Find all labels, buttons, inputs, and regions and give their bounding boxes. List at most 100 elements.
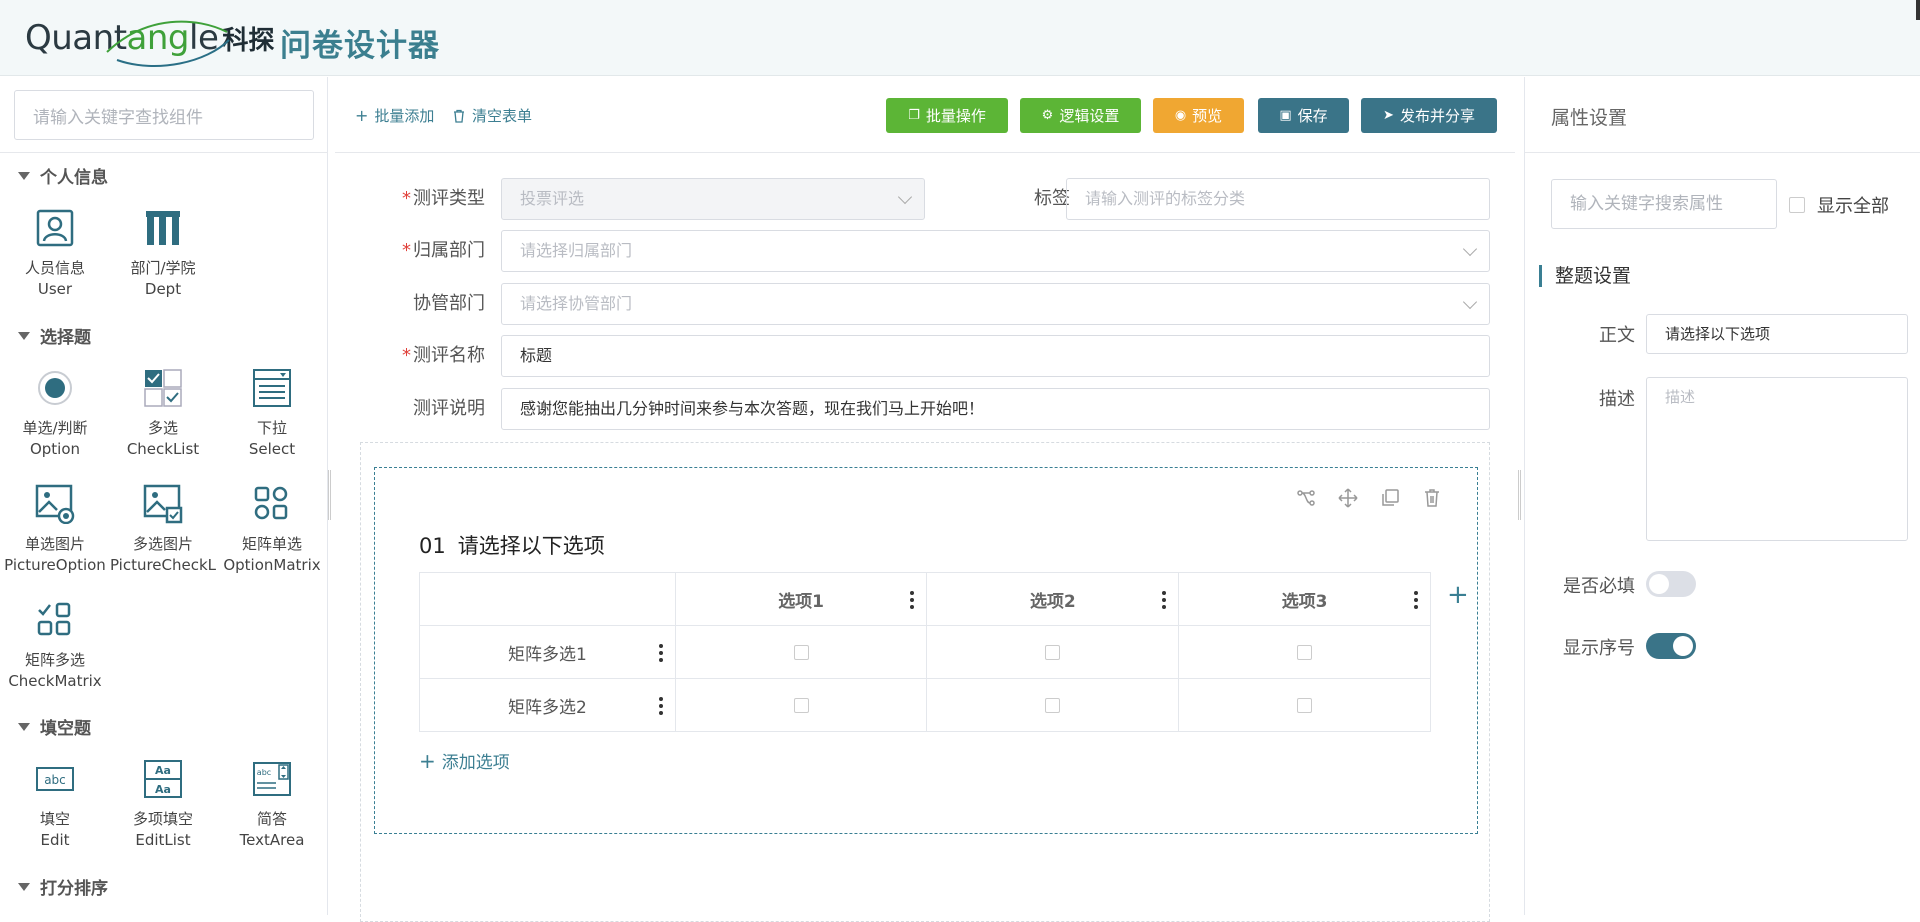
group-score-rank[interactable]: 打分排序 [18, 874, 108, 899]
checklist-icon [144, 369, 182, 407]
name-label: * 测评名称 [402, 345, 485, 366]
type-select[interactable]: 投票评选 [501, 178, 925, 220]
name-input[interactable]: 标题 [501, 335, 1490, 377]
add-column-button[interactable]: + [1447, 580, 1469, 610]
select-list-icon [253, 369, 291, 407]
matrix-checkbox[interactable] [1297, 644, 1313, 660]
required-toggle[interactable] [1646, 571, 1696, 597]
desc-label: 测评说明 [413, 398, 485, 419]
component-checklist[interactable]: 多选 CheckList [109, 368, 217, 460]
right-splitter-handle[interactable] [1518, 470, 1521, 520]
matrix-row-label[interactable]: 矩阵多选2 [419, 678, 676, 732]
more-vertical-icon[interactable] [1162, 591, 1167, 609]
preview-button[interactable]: ◉ 预览 [1153, 98, 1244, 133]
toggle-knob [1673, 636, 1693, 656]
component-select[interactable]: 下拉 Select [218, 368, 326, 460]
textarea-icon: abc [253, 762, 291, 796]
required-label: 是否必填 [1563, 576, 1635, 597]
designer-canvas: + 批量添加 清空表单 ❐ 批量操作 ⚙ 逻辑设置 ◉ 预览 ▣ 保存 ➤ 发布并分享 * 测… [335, 77, 1515, 922]
component-option[interactable]: 单选/判断 Option [1, 368, 109, 460]
component-dept[interactable]: 部门/学院 Dept [109, 208, 217, 300]
abc-input-icon: abc [36, 767, 74, 791]
matrix-checkbox[interactable] [1045, 644, 1061, 660]
eye-icon: ◉ [1174, 108, 1187, 123]
logic-settings-button[interactable]: ⚙ 逻辑设置 [1020, 98, 1141, 133]
component-check-matrix[interactable]: 矩阵多选 CheckMatrix [1, 600, 109, 692]
desc-input[interactable]: 感谢您能抽出几分钟时间来参与本次答题，现在我们马上开始吧！ [501, 388, 1490, 430]
collapse-icon [18, 882, 30, 891]
option-matrix-icon [254, 486, 288, 520]
chevron-down-icon [897, 189, 913, 205]
save-button[interactable]: ▣ 保存 [1258, 98, 1349, 133]
matrix-column-header[interactable]: 选项2 [926, 572, 1180, 626]
batch-operation-button[interactable]: ❐ 批量操作 [886, 98, 1008, 133]
matrix-header-row: 选项1 选项2 选项3 [419, 572, 1431, 626]
save-icon: ▣ [1279, 108, 1292, 123]
matrix-cell [674, 678, 928, 732]
collapse-icon [18, 331, 30, 340]
co-dept-select[interactable]: 请选择协管部门 [501, 283, 1490, 325]
matrix-cell [926, 678, 1180, 732]
add-option-button[interactable]: + 添加选项 [419, 748, 510, 773]
question-title[interactable]: 01 请选择以下选项 [419, 530, 605, 560]
toggle-knob [1649, 574, 1669, 594]
matrix-checkbox[interactable] [1297, 697, 1313, 713]
duplicate-icon[interactable] [1380, 488, 1400, 508]
component-user[interactable]: 人员信息 User [1, 208, 109, 300]
matrix-checkbox[interactable] [793, 644, 809, 660]
group-choice[interactable]: 选择题 [18, 323, 91, 348]
section-title: 整题设置 [1539, 265, 1631, 287]
component-search-input[interactable]: 请输入关键字查找组件 [14, 90, 314, 140]
batch-add-button[interactable]: + 批量添加 [355, 105, 434, 126]
dept-label: * 归属部门 [402, 240, 485, 261]
component-option-matrix[interactable]: 矩阵单选 OptionMatrix [218, 484, 326, 576]
matrix-checkbox[interactable] [793, 697, 809, 713]
svg-text:Aa: Aa [155, 783, 171, 796]
matrix-row-label[interactable]: 矩阵多选1 [419, 625, 676, 679]
question-card[interactable]: 01 请选择以下选项 选项1 选项2 选项3 矩阵多选1 矩阵多选2 + + 添… [374, 467, 1478, 834]
picture-radio-icon [35, 484, 75, 525]
clear-form-button[interactable]: 清空表单 [452, 105, 532, 126]
show-index-toggle[interactable] [1646, 633, 1696, 659]
component-edit[interactable]: abc 填空 Edit [1, 759, 109, 851]
logic-branch-icon[interactable] [1296, 488, 1316, 508]
left-splitter-handle[interactable] [328, 470, 331, 520]
component-edit-list[interactable]: Aa Aa 多项填空 EditList [109, 759, 217, 851]
matrix-cell [674, 625, 928, 679]
desc-label: 描述 [1599, 389, 1635, 410]
app-header: Quantangle 科探 问卷设计器 [0, 0, 1920, 76]
tag-input[interactable]: 请输入测评的标签分类 [1066, 178, 1490, 220]
more-vertical-icon[interactable] [910, 591, 915, 609]
form-row-name: * 测评名称 标题 [335, 335, 1515, 377]
component-textarea[interactable]: abc 简答 TextArea [218, 759, 326, 851]
picture-check-icon [143, 484, 183, 524]
form-row-dept: * 归属部门 请选择归属部门 [335, 230, 1515, 272]
plus-icon: + [355, 106, 369, 125]
delete-icon[interactable] [1422, 488, 1442, 508]
more-vertical-icon[interactable] [1414, 591, 1418, 609]
tag-label: 标签 [1034, 188, 1070, 209]
collapse-icon [18, 722, 30, 731]
property-search-input[interactable]: 输入关键字搜索属性 [1551, 179, 1777, 229]
body-input[interactable]: 请选择以下选项 [1646, 314, 1908, 354]
question-tools [1296, 488, 1442, 508]
dept-select[interactable]: 请选择归属部门 [501, 230, 1490, 272]
matrix-cell [1178, 625, 1431, 679]
component-picture-option[interactable]: 单选图片 PictureOption [1, 484, 109, 576]
group-fill-blank[interactable]: 填空题 [18, 714, 91, 739]
desc-textarea[interactable]: 描述 [1646, 377, 1908, 541]
more-vertical-icon[interactable] [658, 697, 663, 715]
component-picture-checklist[interactable]: 多选图片 PictureCheckL [109, 484, 217, 576]
more-vertical-icon[interactable] [658, 644, 663, 662]
body-label: 正文 [1599, 325, 1635, 346]
publish-share-button[interactable]: ➤ 发布并分享 [1361, 98, 1497, 133]
matrix-corner [419, 572, 676, 626]
matrix-checkbox[interactable] [1045, 697, 1061, 713]
move-icon[interactable] [1338, 488, 1358, 508]
show-all-checkbox[interactable] [1789, 197, 1805, 213]
matrix-column-header[interactable]: 选项1 [674, 572, 928, 626]
group-personal-info[interactable]: 个人信息 [18, 163, 108, 188]
matrix-column-header[interactable]: 选项3 [1178, 572, 1431, 626]
form-row-desc: 测评说明 感谢您能抽出几分钟时间来参与本次答题，现在我们马上开始吧！ [335, 388, 1515, 430]
form-row-type: * 测评类型 投票评选 标签 请输入测评的标签分类 [335, 178, 1515, 220]
